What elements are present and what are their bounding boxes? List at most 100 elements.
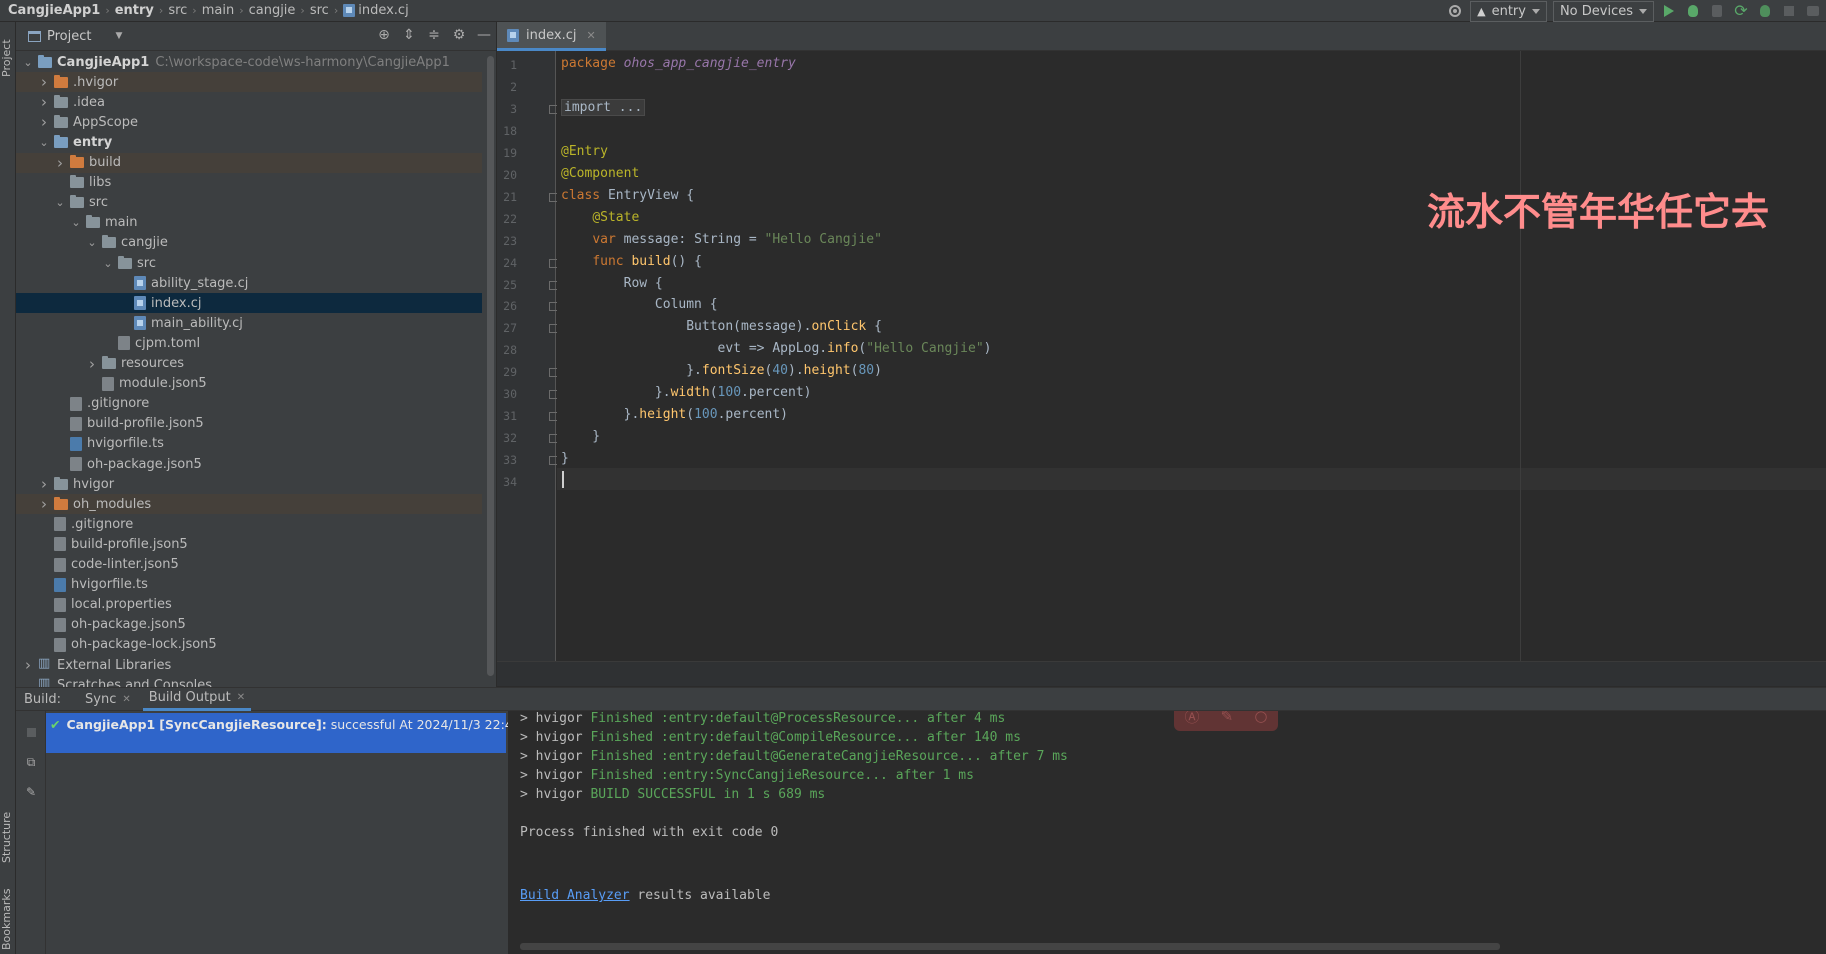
console-line: Process finished with exit code 0 xyxy=(520,822,778,844)
tree-item[interactable]: oh-package.json5 xyxy=(16,615,482,635)
build-console[interactable]: Ⓐ ✎ ○ > hvigor Finished :entry:default@P… xyxy=(508,711,1826,954)
tree-item[interactable]: ⌄ cangjie xyxy=(16,233,482,253)
project-view-select[interactable]: Project ▼ xyxy=(28,29,122,44)
tree-item[interactable]: module.json5 xyxy=(16,374,482,394)
tree-item[interactable]: › oh_modules xyxy=(16,494,482,515)
chevron-right-icon[interactable]: › xyxy=(86,355,98,373)
project-scrollbar[interactable] xyxy=(487,56,494,676)
collapse-all-icon[interactable]: ≑ xyxy=(426,26,442,44)
device-manager-button[interactable] xyxy=(1804,2,1822,20)
breadcrumb-item[interactable]: entry xyxy=(115,3,154,18)
tree-item[interactable]: code-linter.json5 xyxy=(16,555,482,575)
run-button[interactable] xyxy=(1660,2,1678,20)
chevron-down-icon[interactable]: ⌄ xyxy=(54,196,66,209)
bookmarks-tool-tab[interactable]: Bookmarks xyxy=(0,884,16,954)
tree-item[interactable]: ⌄ main xyxy=(16,213,482,233)
code-editor[interactable]: package ohos_app_cangjie_entry import ...… xyxy=(557,51,1826,661)
tree-item[interactable]: .gitignore xyxy=(16,394,482,414)
tree-item[interactable]: oh-package-lock.json5 xyxy=(16,635,482,655)
device-select[interactable]: No Devices xyxy=(1552,0,1654,22)
tree-item[interactable]: › External Libraries xyxy=(16,655,482,675)
tree-item[interactable]: › .hvigor xyxy=(16,72,482,93)
ai-icon[interactable]: Ⓐ xyxy=(1185,711,1200,727)
chevron-down-icon[interactable]: ⌄ xyxy=(70,216,82,229)
stop-button[interactable] xyxy=(1780,2,1798,20)
chevron-down-icon[interactable]: ⌄ xyxy=(38,136,50,149)
tree-item-label: hvigor xyxy=(73,476,115,492)
close-icon[interactable]: ✕ xyxy=(122,694,130,705)
tab-index-cj[interactable]: index.cj ✕ xyxy=(497,22,606,51)
tree-item[interactable]: local.properties xyxy=(16,595,482,615)
attach-debugger-button[interactable] xyxy=(1756,2,1774,20)
hide-panel-icon[interactable]: — xyxy=(476,26,492,44)
tree-item[interactable]: index.cj xyxy=(16,293,482,314)
chevron-right-icon[interactable]: › xyxy=(54,154,66,172)
tree-item[interactable]: ⌄ CangjieApp1 C:\workspace-code\ws-harmony… xyxy=(16,52,482,72)
code-token: 80 xyxy=(858,363,875,379)
locate-icon[interactable] xyxy=(1446,2,1464,20)
breadcrumb-item[interactable]: CangjieApp1 xyxy=(8,3,100,18)
tree-item[interactable]: › .idea xyxy=(16,92,482,112)
stop-build-icon[interactable] xyxy=(24,725,38,739)
tree-item[interactable]: ⌄ entry xyxy=(16,132,482,152)
structure-tool-tab[interactable]: Structure xyxy=(0,802,16,872)
editor-horizontal-scroll-area[interactable] xyxy=(497,661,1826,686)
tree-item[interactable]: › hvigor xyxy=(16,474,482,494)
code-token: evt => AppLog. xyxy=(561,341,828,357)
tree-item[interactable]: › AppScope xyxy=(16,112,482,132)
breadcrumb-item[interactable]: src xyxy=(310,3,329,18)
chevron-right-icon[interactable]: › xyxy=(38,475,50,493)
line-number: 21 xyxy=(503,189,517,204)
breadcrumb-item[interactable]: main xyxy=(202,3,234,18)
magic-wand-icon[interactable]: ✎ xyxy=(1221,711,1234,725)
chevron-right-icon[interactable]: › xyxy=(38,495,50,513)
console-horizontal-scrollbar[interactable] xyxy=(520,943,1500,950)
build-analyzer-link[interactable]: Build Analyzer xyxy=(520,888,630,903)
tree-item-label: oh-package-lock.json5 xyxy=(71,637,217,653)
chevron-right-icon[interactable]: › xyxy=(38,93,50,111)
folded-imports[interactable]: import ... xyxy=(561,98,646,116)
gear-icon[interactable]: ⚙ xyxy=(451,26,467,44)
tree-item[interactable]: main_ability.cj xyxy=(16,313,482,333)
tab-sync[interactable]: Sync ✕ xyxy=(79,687,137,711)
breadcrumb-item[interactable]: src xyxy=(168,3,187,18)
tree-item[interactable]: cjpm.toml xyxy=(16,333,482,353)
tree-item[interactable]: oh-package.json5 xyxy=(16,454,482,474)
profile-button[interactable] xyxy=(1708,2,1726,20)
chevron-down-icon[interactable]: ⌄ xyxy=(102,257,114,270)
tree-item[interactable]: ⌄ src xyxy=(16,193,482,213)
tree-item[interactable]: hvigorfile.ts xyxy=(16,575,482,595)
tree-item[interactable]: › build xyxy=(16,152,482,173)
tree-item[interactable]: ability_stage.cj xyxy=(16,273,482,293)
chevron-right-icon[interactable]: › xyxy=(38,73,50,91)
tree-item[interactable]: hvigorfile.ts xyxy=(16,434,482,454)
tab-build-output[interactable]: Build Output ✕ xyxy=(142,687,252,711)
expand-all-icon[interactable]: ⇕ xyxy=(401,26,417,44)
search-icon[interactable]: ○ xyxy=(1254,711,1267,725)
tree-item[interactable]: build-profile.json5 xyxy=(16,414,482,434)
chevron-down-icon[interactable]: ⌄ xyxy=(22,56,34,69)
tree-item[interactable]: Scratches and Consoles xyxy=(16,675,482,687)
chevron-down-icon[interactable]: ⌄ xyxy=(86,236,98,249)
pin-icon[interactable]: ✎ xyxy=(24,785,38,799)
breadcrumb-item[interactable]: cangjie xyxy=(249,3,296,18)
run-config-select[interactable]: ▲ entry xyxy=(1470,0,1547,22)
debug-button[interactable] xyxy=(1684,2,1702,20)
apply-changes-button[interactable]: ⟳ xyxy=(1732,2,1750,20)
tree-item[interactable]: .gitignore xyxy=(16,514,482,534)
project-tool-tab[interactable]: Project xyxy=(0,28,16,88)
tree-item[interactable]: libs xyxy=(16,173,482,193)
tree-item[interactable]: ⌄ src xyxy=(16,253,482,273)
close-icon[interactable]: ✕ xyxy=(237,692,245,703)
open-in-window-icon[interactable]: ⧉ xyxy=(24,755,38,769)
close-icon[interactable]: ✕ xyxy=(586,29,595,42)
build-result-row[interactable]: ✔ CangjieApp1 [SyncCangjieResource]: suc… xyxy=(46,713,521,753)
chevron-right-icon[interactable]: › xyxy=(38,113,50,131)
select-opened-file-icon[interactable]: ⊕ xyxy=(376,26,392,44)
line-number: 31 xyxy=(503,409,517,424)
chevron-right-icon[interactable]: › xyxy=(22,656,34,674)
tree-item[interactable]: build-profile.json5 xyxy=(16,534,482,554)
tree-item[interactable]: › resources xyxy=(16,354,482,374)
breadcrumb-item[interactable]: index.cj xyxy=(343,3,409,18)
